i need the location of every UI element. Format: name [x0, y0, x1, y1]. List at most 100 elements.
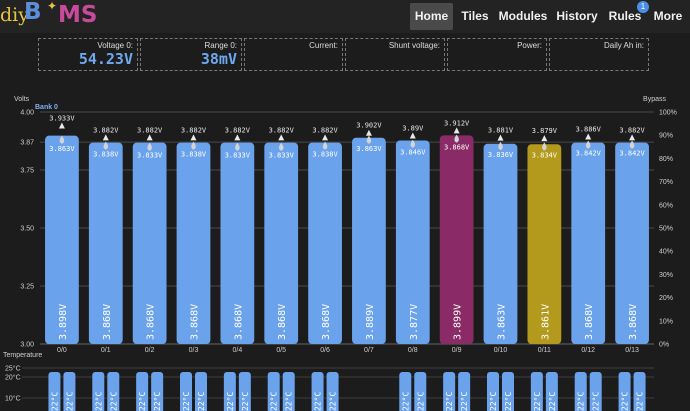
temperature-value-label: 22°C: [533, 392, 542, 411]
max-marker-icon: [278, 134, 285, 141]
cell-max-label: 3.881V: [488, 127, 514, 135]
right-axis-title: Bypass: [643, 96, 666, 103]
cell-min-label: 3.863V: [49, 145, 75, 153]
cell-category-label: 0/4: [232, 347, 242, 354]
temperature-value-label: 22°C: [314, 392, 323, 411]
min-marker-icon: [366, 135, 372, 144]
temperature-value-label: 22°C: [504, 392, 513, 411]
cell-max-label: 3.882V: [269, 126, 295, 134]
cell-max-label: 3.902V: [356, 122, 382, 130]
max-marker-icon: [102, 134, 109, 141]
cell-min-label: 3.833V: [269, 152, 295, 160]
temperature-value-label: 22°C: [621, 392, 630, 411]
temperature-value-label: 22°C: [153, 392, 162, 411]
bypass-tick-label: 100%: [659, 110, 677, 117]
y-tick-label: 4.00: [20, 110, 34, 117]
bypass-tick-label: 70%: [659, 179, 673, 186]
cell-voltage-label: 3.863V: [497, 304, 508, 340]
y-tick-label: 3.87: [20, 140, 34, 147]
min-marker-icon: [542, 142, 547, 151]
cell-voltage-label: 3.868V: [102, 304, 113, 340]
cell-category-label: 0/7: [364, 347, 374, 354]
temperature-tick-label: 20°C: [5, 374, 21, 382]
cell-category-label: 0/13: [625, 347, 639, 354]
max-marker-icon: [453, 127, 460, 134]
cell-voltage-label: 3.861V: [540, 304, 551, 340]
max-marker-icon: [322, 134, 329, 141]
cell-voltage-label: 3.868V: [321, 304, 332, 340]
max-marker-icon: [58, 122, 65, 129]
temperature-axis-title: Temperature: [3, 352, 42, 359]
temperature-value-label: 22°C: [138, 392, 147, 411]
bypass-tick-label: 60%: [659, 202, 673, 209]
bypass-tick-label: 30%: [659, 272, 673, 279]
cell-max-label: 3.933V: [49, 115, 75, 123]
cell-voltage-label: 3.868V: [233, 304, 244, 340]
bypass-tick-label: 10%: [659, 318, 673, 325]
cell-max-label: 3.882V: [619, 126, 645, 134]
temperature-value-label: 22°C: [577, 392, 586, 411]
cell-max-label: 3.882V: [93, 126, 119, 134]
cell-min-label: 3.838V: [312, 151, 338, 159]
cell-min-label: 3.838V: [93, 151, 119, 159]
cell-max-label: 3.912V: [444, 119, 470, 127]
max-marker-icon: [541, 135, 548, 142]
temperature-value-label: 22°C: [401, 392, 410, 411]
temperature-value-label: 22°C: [489, 392, 498, 411]
cell-category-label: 0/8: [408, 347, 418, 354]
cell-category-label: 0/1: [101, 347, 111, 354]
bypass-tick-label: 0%: [659, 342, 669, 349]
temperature-value-label: 22°C: [94, 392, 103, 411]
cell-category-label: 0/0: [57, 347, 67, 354]
cell-voltage-label: 3.898V: [58, 304, 69, 340]
y-tick-label: 3.75: [20, 168, 34, 175]
cell-category-label: 0/10: [494, 347, 508, 354]
cell-max-label: 3.882V: [181, 126, 207, 134]
cell-category-label: 0/9: [452, 347, 462, 354]
cell-min-label: 3.863V: [356, 145, 382, 153]
y-tick-label: 3.25: [20, 284, 34, 291]
max-marker-icon: [190, 134, 197, 141]
cell-category-label: 0/12: [581, 347, 595, 354]
cell-min-label: 3.834V: [532, 152, 558, 160]
cell-min-label: 3.868V: [444, 144, 470, 152]
cell-category-label: 0/5: [276, 347, 286, 354]
cell-min-label: 3.838V: [181, 151, 207, 159]
cell-max-label: 3.882V: [312, 126, 338, 134]
cell-voltage-label: 3.868V: [146, 304, 157, 340]
temperature-tick-label: 10°C: [5, 395, 21, 403]
cell-category-label: 0/11: [538, 347, 551, 354]
cell-voltage-label: 3.868V: [277, 304, 288, 340]
temperature-value-label: 22°C: [65, 392, 74, 411]
cell-voltage-chart: Volts Bypass Bank 04.00 3.87 3.75 3.50 3.25 3.0…: [3, 96, 677, 411]
temperature-tick-label: 25°C: [5, 365, 21, 373]
cell-max-label: 3.886V: [576, 125, 602, 133]
cell-voltage-label: 3.868V: [584, 304, 595, 340]
cell-max-label: 3.879V: [532, 127, 558, 135]
bypass-tick-label: 40%: [659, 249, 673, 256]
temperature-value-label: 22°C: [241, 392, 250, 411]
bypass-tick-label: 20%: [659, 295, 673, 302]
max-marker-icon: [409, 132, 416, 139]
left-axis-title: Volts: [14, 96, 30, 103]
temperature-value-label: 22°C: [226, 392, 235, 411]
cell-voltage-label: 3.899V: [453, 304, 464, 340]
cell-max-label: 3.882V: [225, 126, 251, 134]
temperature-value-label: 22°C: [270, 392, 279, 411]
temperature-value-label: 22°C: [285, 392, 294, 411]
bypass-tick-label: 90%: [659, 133, 673, 140]
y-tick-label: 3.50: [20, 226, 34, 233]
cell-min-label: 3.836V: [488, 151, 514, 159]
max-marker-icon: [629, 134, 636, 141]
cell-category-label: 0/6: [320, 347, 330, 354]
cell-min-label: 3.846V: [400, 149, 426, 157]
temperature-value-label: 22°C: [182, 392, 191, 411]
temperature-value-label: 22°C: [548, 392, 557, 411]
cell-voltage-label: 3.868V: [190, 304, 201, 340]
temperature-value-label: 22°C: [636, 392, 645, 411]
max-marker-icon: [234, 134, 241, 141]
cell-min-label: 3.842V: [619, 150, 645, 158]
cell-category-label: 0/2: [145, 347, 155, 354]
temperature-value-label: 22°C: [445, 392, 454, 411]
max-marker-icon: [146, 134, 153, 141]
